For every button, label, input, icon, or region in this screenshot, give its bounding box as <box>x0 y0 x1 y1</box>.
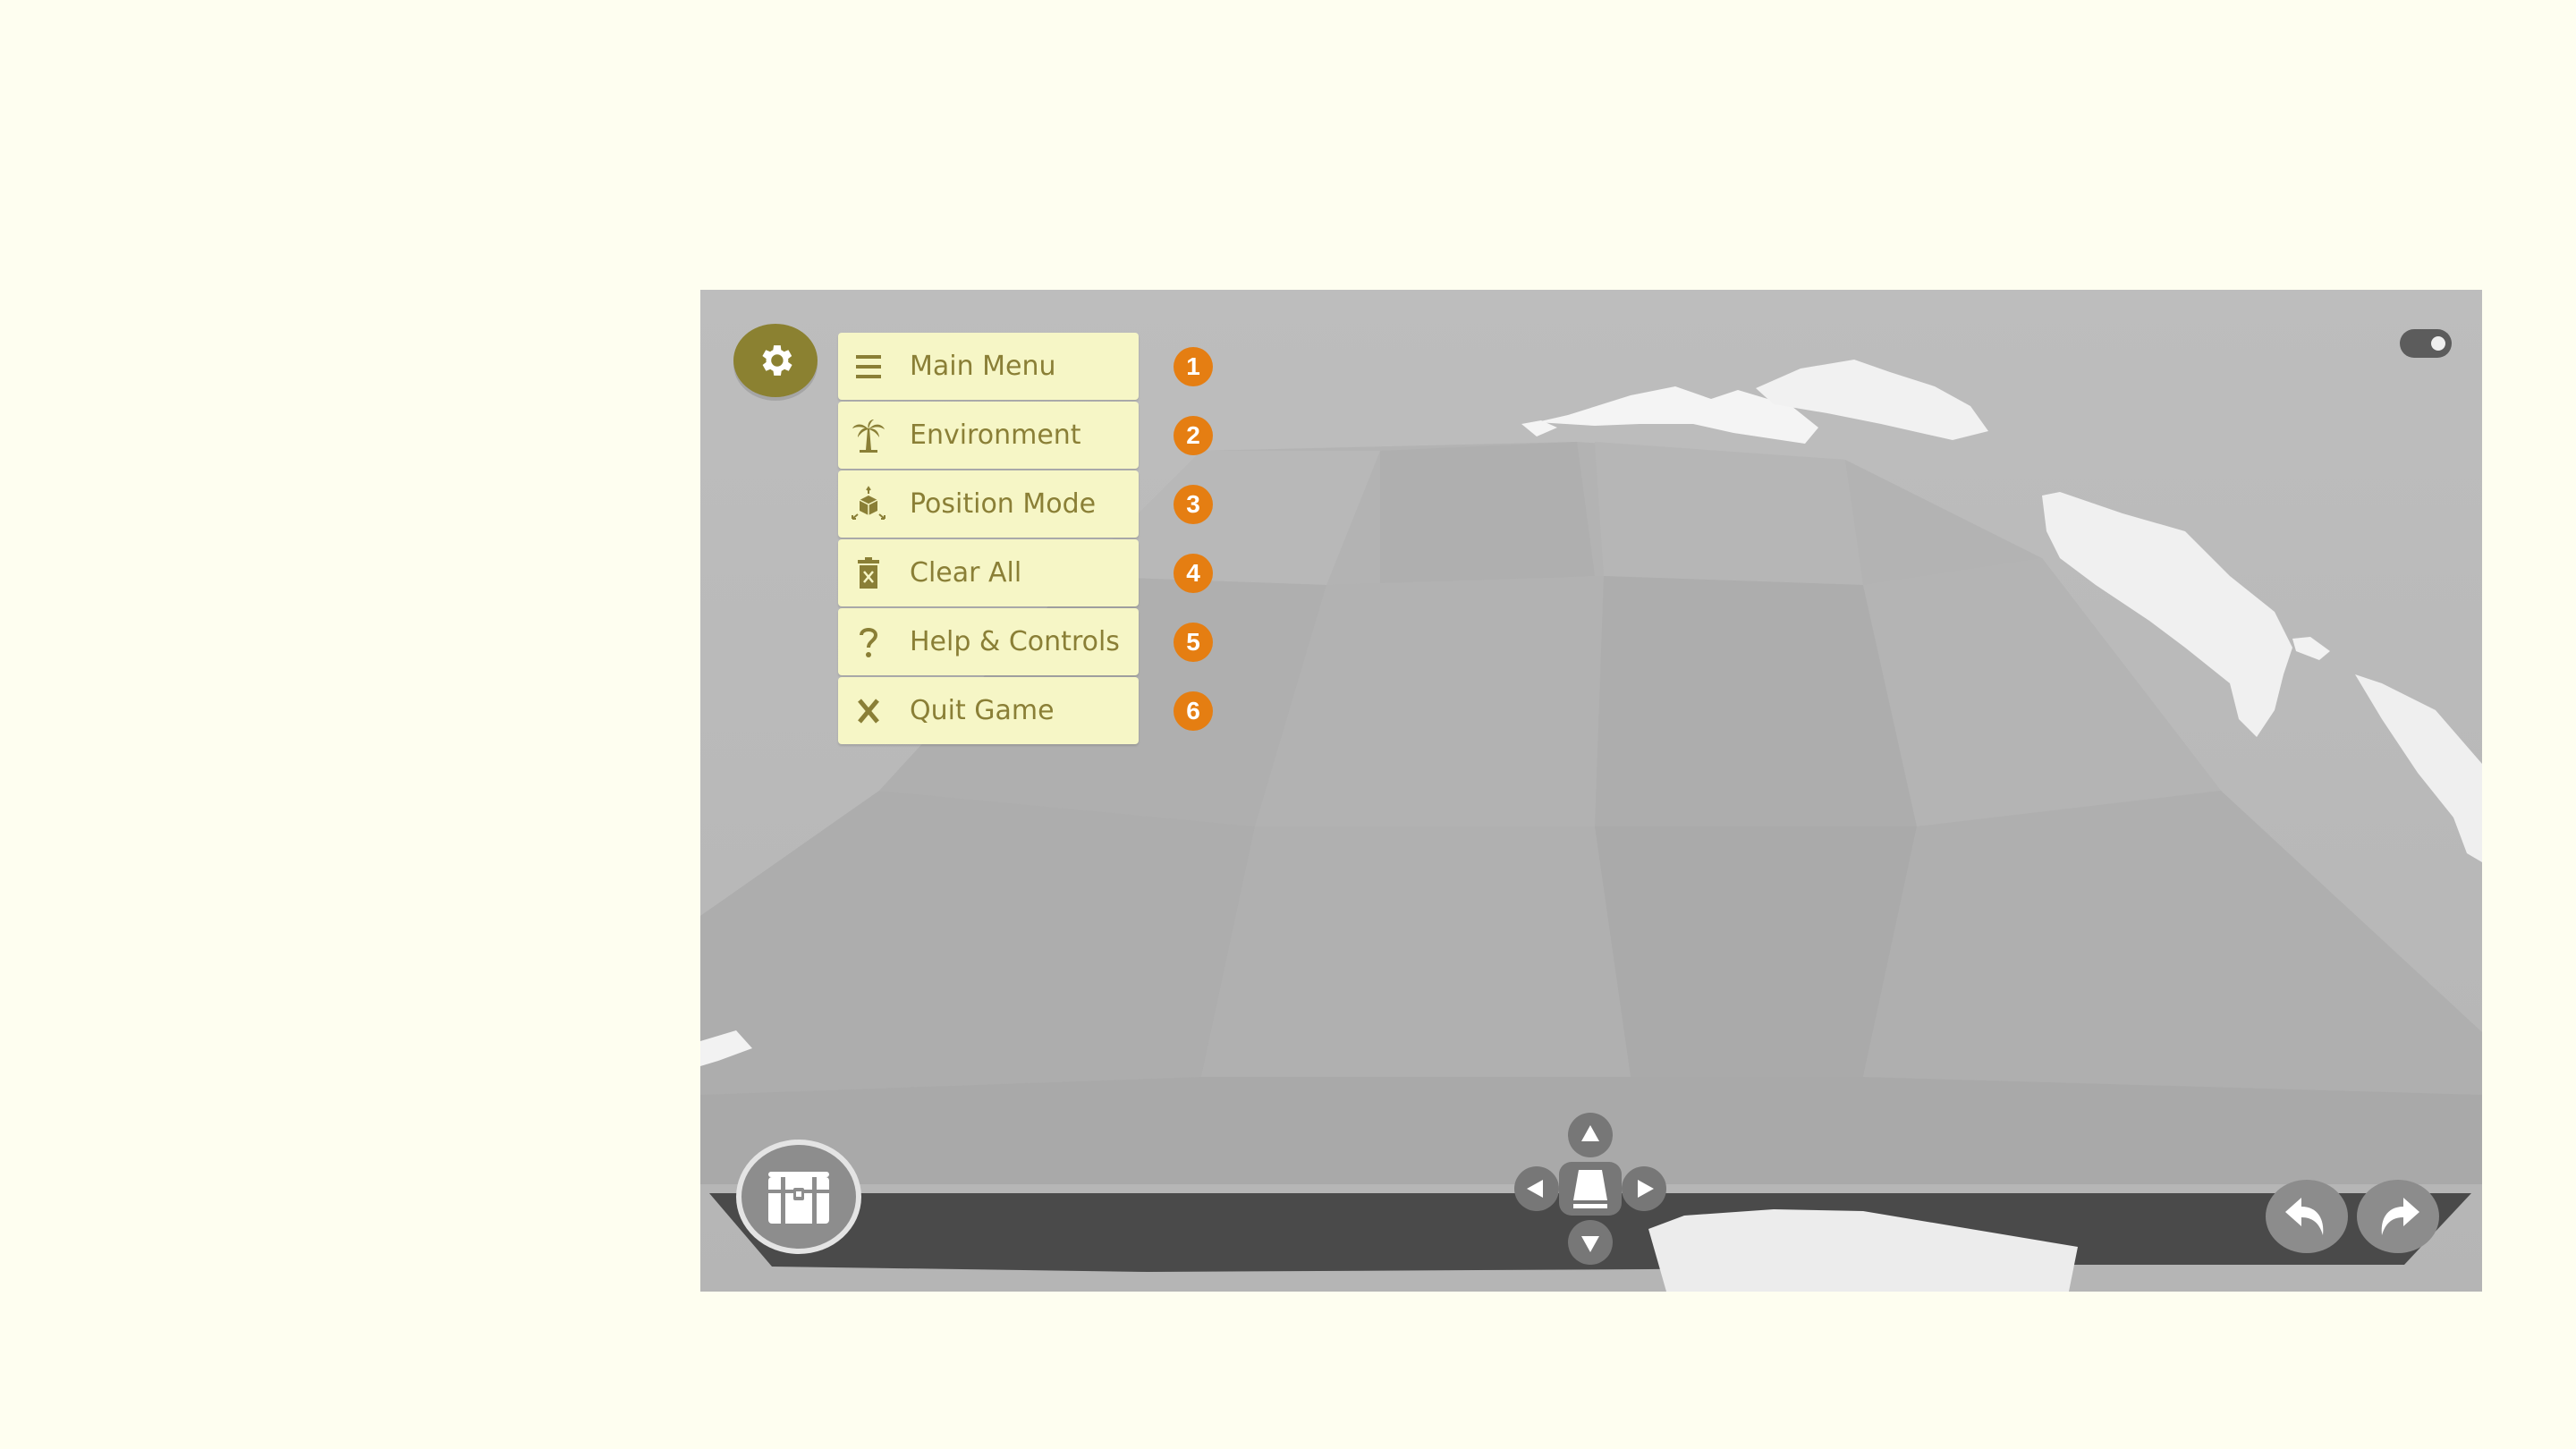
menu-item-label: Clear All <box>910 557 1022 589</box>
menu-item-label: Help & Controls <box>910 626 1120 657</box>
menu-item-quit-game[interactable]: Quit Game <box>838 677 1139 744</box>
menu-item-label: Environment <box>910 419 1081 451</box>
dpad-left-button[interactable] <box>1514 1166 1559 1211</box>
arrow-down-icon <box>1581 1236 1599 1252</box>
arrow-up-icon <box>1581 1125 1599 1141</box>
shortcut-badge-5: 5 <box>1174 623 1213 662</box>
redo-icon <box>2381 1198 2419 1235</box>
camera-forward-icon <box>1559 1162 1622 1216</box>
arrow-left-icon <box>1527 1180 1543 1198</box>
menu-item-clear-all[interactable]: Clear All <box>838 539 1139 606</box>
menu-item-label: Position Mode <box>910 488 1097 520</box>
dpad-down-button[interactable] <box>1568 1220 1613 1265</box>
undo-icon <box>2285 1198 2324 1235</box>
chest-icon <box>768 1172 829 1224</box>
settings-menu: Main Menu Environment Position Mode Clea… <box>838 333 1213 746</box>
menu-item-help-controls[interactable]: Help & Controls <box>838 608 1139 675</box>
movement-dpad <box>1514 1113 1666 1265</box>
shortcut-badge-3: 3 <box>1174 485 1213 524</box>
menu-item-label: Quit Game <box>910 695 1055 726</box>
toggle-knob <box>2431 336 2445 351</box>
menu-item-main-menu[interactable]: Main Menu <box>838 333 1139 400</box>
palm-tree-icon <box>849 416 888 455</box>
undo-button[interactable] <box>2266 1180 2348 1253</box>
dpad-up-button[interactable] <box>1568 1113 1613 1157</box>
dpad-center-button[interactable] <box>1559 1157 1622 1220</box>
cube-move-icon <box>849 485 888 524</box>
settings-gear-button[interactable] <box>733 324 818 397</box>
game-viewport[interactable]: Main Menu Environment Position Mode Clea… <box>700 290 2482 1292</box>
dpad-right-button[interactable] <box>1622 1166 1666 1211</box>
view-toggle[interactable] <box>2400 329 2452 358</box>
inventory-chest-button[interactable] <box>736 1140 861 1254</box>
menu-item-label: Main Menu <box>910 351 1056 382</box>
hamburger-icon <box>849 347 888 386</box>
x-icon <box>849 691 888 731</box>
arrow-right-icon <box>1638 1180 1654 1198</box>
redo-button[interactable] <box>2357 1180 2439 1253</box>
question-icon <box>849 623 888 662</box>
shortcut-badge-4: 4 <box>1174 554 1213 593</box>
shortcut-badge-1: 1 <box>1174 347 1213 386</box>
menu-item-position-mode[interactable]: Position Mode <box>838 470 1139 538</box>
gear-icon <box>762 345 792 376</box>
shortcut-badge-2: 2 <box>1174 416 1213 455</box>
shortcut-badge-6: 6 <box>1174 691 1213 731</box>
trash-icon <box>849 554 888 593</box>
menu-item-environment[interactable]: Environment <box>838 402 1139 469</box>
